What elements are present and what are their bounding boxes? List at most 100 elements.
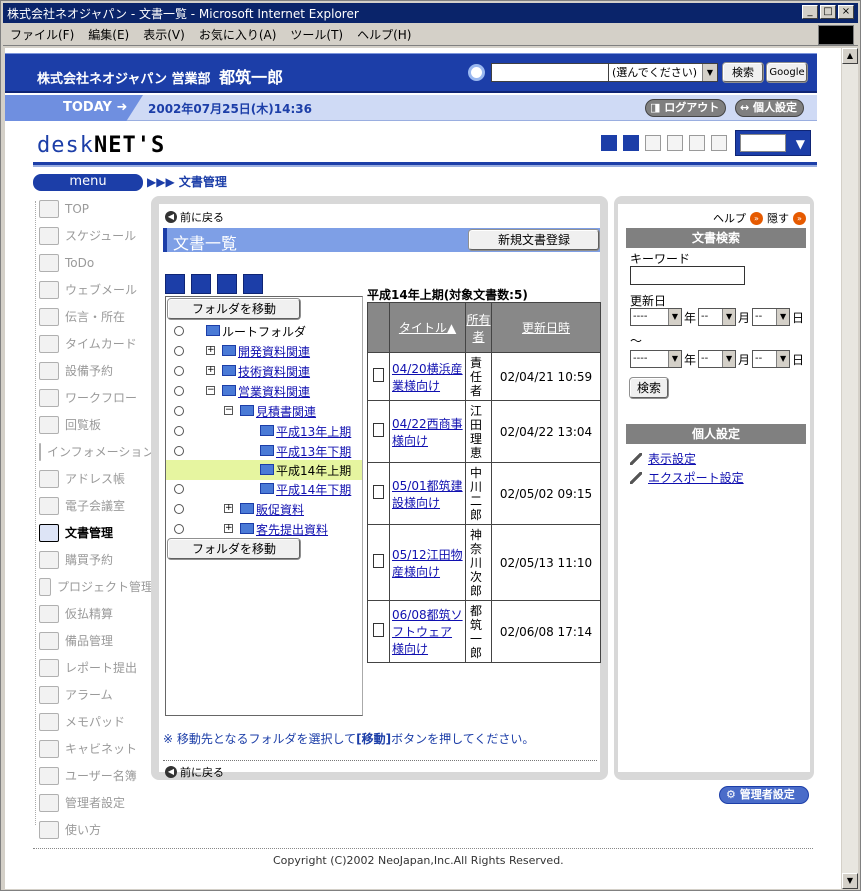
scroll-up-icon[interactable]: ▲ — [842, 48, 858, 64]
document-title-link[interactable]: 05/12江田物産様向け — [392, 548, 463, 579]
document-title-link[interactable]: 04/20横浜産業様向け — [392, 362, 463, 393]
back-link-top[interactable]: ◀ 前に戻る — [165, 209, 224, 225]
hide-link[interactable]: 隠す — [767, 210, 789, 226]
table-row[interactable]: 06/08都筑ソフトウェア様向け 都筑一郎 02/06/08 17:14 — [367, 600, 601, 663]
menu-view[interactable]: 表示(V) — [136, 26, 192, 43]
nav-item[interactable]: 仮払精算 — [33, 600, 153, 627]
folder-label[interactable]: 開発資料関連 — [238, 343, 310, 360]
folder-radio[interactable] — [174, 326, 184, 336]
display-settings-link[interactable]: 表示設定 — [630, 450, 696, 467]
folder-tree-row[interactable]: 平成13年下期 — [166, 441, 362, 461]
folder-radio[interactable] — [174, 524, 184, 534]
folder-radio[interactable] — [174, 346, 184, 356]
move-folder-button-top[interactable]: フォルダを移動 — [168, 299, 300, 319]
logout-button[interactable]: ◨ ログアウト — [645, 99, 727, 117]
folder-icon[interactable] — [165, 274, 185, 294]
phone-icon[interactable] — [645, 135, 661, 151]
folder-tree-row[interactable]: − 営業資料関連 — [166, 381, 362, 401]
close-button[interactable]: × — [838, 5, 854, 19]
header-search-button[interactable]: 検索 — [723, 63, 763, 82]
to-month-select[interactable]: -- ▼ — [698, 350, 737, 368]
updated-column-header[interactable]: 更新日時 — [491, 302, 601, 353]
nav-item[interactable]: 使い方 — [33, 816, 153, 843]
nav-item[interactable]: アラーム — [33, 681, 153, 708]
nav-item[interactable]: インフォメーション — [33, 438, 154, 465]
nav-item[interactable]: キャビネット — [33, 735, 153, 762]
document-title-link[interactable]: 05/01都筑建設様向け — [392, 479, 463, 510]
new-document-button[interactable]: 新規文書登録 — [469, 230, 599, 250]
edit-icon[interactable] — [667, 135, 683, 151]
vertical-scrollbar[interactable]: ▲ ▼ — [841, 48, 858, 889]
menu-favorites[interactable]: お気に入り(A) — [192, 26, 284, 43]
personal-settings-button[interactable]: ↔ 個人設定 — [735, 99, 805, 117]
menu-tools[interactable]: ツール(T) — [283, 26, 350, 43]
double-arrow-icon[interactable]: » — [750, 211, 763, 225]
nav-item[interactable]: 回覧板 — [33, 411, 153, 438]
nav-item[interactable]: ToDo — [33, 249, 153, 276]
google-button[interactable]: Google — [767, 63, 807, 82]
expand-toggle-icon[interactable]: + — [206, 366, 215, 375]
grid-icon[interactable] — [689, 135, 705, 151]
menu-file[interactable]: ファイル(F) — [3, 26, 81, 43]
move-folder-button-bottom[interactable]: フォルダを移動 — [168, 539, 300, 559]
folder-label[interactable]: 客先提出資料 — [256, 521, 328, 538]
nav-item[interactable]: アドレス帳 — [33, 465, 153, 492]
folder-tree-row[interactable]: − 見積書関連 — [166, 401, 362, 421]
nav-item[interactable]: 電子会議室 — [33, 492, 153, 519]
table-row[interactable]: 05/01都筑建設様向け 中川二郎 02/05/02 09:15 — [367, 462, 601, 525]
maximize-button[interactable]: □ — [820, 5, 836, 19]
export-settings-link[interactable]: エクスポート設定 — [630, 469, 744, 486]
nav-item[interactable]: プロジェクト管理 — [33, 573, 153, 600]
keyword-input[interactable] — [630, 266, 745, 285]
nav-item[interactable]: ウェブメール — [33, 276, 153, 303]
expand-toggle-icon[interactable]: + — [224, 504, 233, 513]
nav-item[interactable]: 伝言・所在 — [33, 303, 153, 330]
expand-toggle-icon[interactable]: + — [224, 524, 233, 533]
folder-label[interactable]: 技術資料関連 — [238, 363, 310, 380]
document-title-link[interactable]: 04/22西商事様向け — [392, 417, 463, 448]
admin-settings-button[interactable]: ⚙ 管理者設定 — [719, 786, 809, 804]
quick-menu-dropdown[interactable]: ▼ — [735, 130, 811, 156]
nav-item[interactable]: レポート提出 — [33, 654, 153, 681]
folder-label[interactable]: 平成14年下期 — [276, 481, 351, 498]
back-link-bottom[interactable]: ◀ 前に戻る — [165, 764, 224, 780]
folder-tree-row[interactable]: + 開発資料関連 — [166, 341, 362, 361]
folder-tree-row[interactable]: + 客先提出資料 — [166, 519, 362, 539]
owner-sort-link[interactable]: 所有者 — [466, 313, 490, 344]
nav-item[interactable]: ユーザー名簿 — [33, 762, 153, 789]
table-row[interactable]: 04/22西商事様向け 江田理恵 02/04/22 13:04 — [367, 400, 601, 463]
folder-label[interactable]: 平成13年上期 — [276, 423, 351, 440]
folder-label[interactable]: 平成14年上期 — [276, 462, 351, 479]
from-month-select[interactable]: -- ▼ — [698, 308, 737, 326]
folder-label[interactable]: 見積書関連 — [256, 403, 316, 420]
folder-radio[interactable] — [174, 484, 184, 494]
folder-edit-icon[interactable] — [191, 274, 211, 294]
folder-tree-row[interactable]: + 技術資料関連 — [166, 361, 362, 381]
help-link[interactable]: ヘルプ — [713, 210, 746, 226]
nav-item[interactable]: タイムカード — [33, 330, 153, 357]
nav-item[interactable]: 備品管理 — [33, 627, 153, 654]
table-row[interactable]: 05/12江田物産様向け 神奈川次郎 02/05/13 11:10 — [367, 524, 601, 601]
folder-tree-row[interactable]: 平成14年下期 — [166, 479, 362, 499]
folder-radio[interactable] — [174, 366, 184, 376]
nav-item[interactable]: 購買予約 — [33, 546, 153, 573]
from-day-select[interactable]: -- ▼ — [752, 308, 791, 326]
folder-label[interactable]: 営業資料関連 — [238, 383, 310, 400]
nav-item[interactable]: 管理者設定 — [33, 789, 153, 816]
folder-copy-icon[interactable] — [243, 274, 263, 294]
folder-move-icon[interactable] — [217, 274, 237, 294]
folder-radio[interactable] — [174, 386, 184, 396]
org-chart-icon[interactable] — [623, 135, 639, 151]
stack-icon[interactable] — [711, 135, 727, 151]
folder-tree-row[interactable]: 平成14年上期 — [166, 460, 362, 480]
document-title-link[interactable]: 06/08都筑ソフトウェア様向け — [392, 608, 463, 656]
nav-item[interactable]: スケジュール — [33, 222, 153, 249]
title-sort-link[interactable]: タイトル▲ — [399, 321, 456, 335]
header-search-input[interactable] — [491, 63, 609, 82]
search-target-select[interactable]: (選んでください) ▼ — [608, 63, 718, 82]
folder-tree-row[interactable]: ルートフォルダ — [166, 321, 362, 341]
title-column-header[interactable]: タイトル▲ — [389, 302, 466, 353]
from-year-select[interactable]: ---- ▼ — [630, 308, 682, 326]
nav-item[interactable]: ワークフロー — [33, 384, 153, 411]
updated-sort-link[interactable]: 更新日時 — [522, 321, 570, 335]
